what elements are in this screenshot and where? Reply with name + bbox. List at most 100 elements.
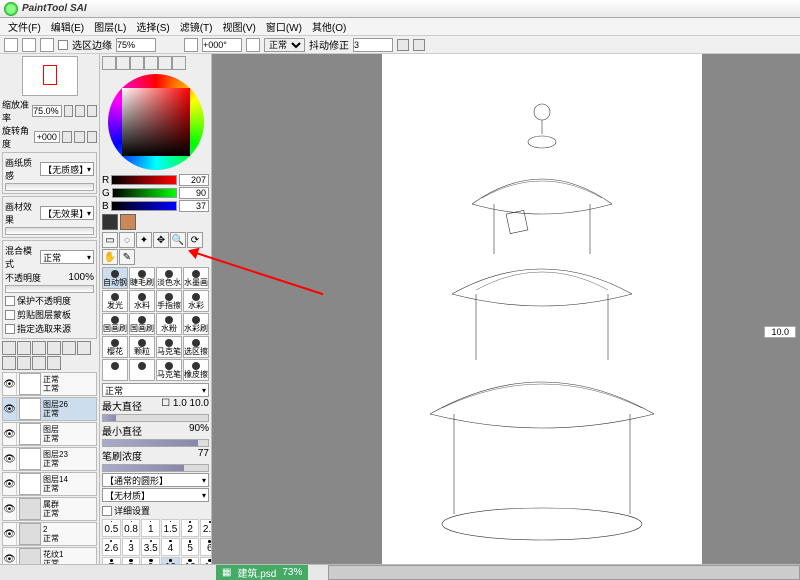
visibility-icon[interactable]: 👁 <box>3 473 17 495</box>
size-preset[interactable]: 0.5 <box>102 519 121 537</box>
move-up-icon[interactable] <box>32 356 46 370</box>
brush-preset[interactable]: 水料 <box>129 290 155 312</box>
rot-cw-icon[interactable] <box>74 131 84 143</box>
max-size-slider[interactable] <box>102 414 209 422</box>
b-value[interactable]: 37 <box>179 200 209 212</box>
new-linework-icon[interactable] <box>17 341 31 355</box>
opacity-slider[interactable] <box>5 285 94 293</box>
brush-preset[interactable]: 水粉 <box>156 313 182 335</box>
size-preset[interactable]: 10 <box>161 557 180 564</box>
paper-texture-slider[interactable] <box>5 183 94 191</box>
size-preset[interactable]: 8 <box>122 557 141 564</box>
fg-swatch[interactable] <box>102 214 118 230</box>
color-tab[interactable] <box>130 56 144 70</box>
density-slider[interactable] <box>102 464 209 472</box>
color-tab[interactable] <box>172 56 186 70</box>
zoom-out-icon[interactable] <box>75 105 85 117</box>
rot-ccw-icon[interactable] <box>62 131 72 143</box>
rotate-value[interactable]: +000 <box>34 131 60 143</box>
clear-layer-icon[interactable] <box>62 341 76 355</box>
paper-effect-slider[interactable] <box>5 227 94 235</box>
layer-item[interactable]: 👁2正常 <box>2 522 97 546</box>
size-preset[interactable]: 0.8 <box>122 519 141 537</box>
topopt-btn[interactable] <box>397 39 409 51</box>
topopt-icon[interactable] <box>4 38 18 52</box>
visibility-icon[interactable]: 👁 <box>3 373 17 395</box>
topopt-icon[interactable] <box>22 38 36 52</box>
new-layer-icon[interactable] <box>2 341 16 355</box>
layer-item[interactable]: 👁图层14正常 <box>2 472 97 496</box>
menu-filter[interactable]: 滤镜(T) <box>176 19 217 34</box>
brush-preset[interactable] <box>129 359 155 381</box>
blend-dropdown[interactable]: 正常 <box>40 250 94 264</box>
brush-preset[interactable]: 手指擦 <box>156 290 182 312</box>
color-tab[interactable] <box>116 56 130 70</box>
select-source-check[interactable] <box>5 324 15 334</box>
canvas[interactable] <box>382 54 702 574</box>
brush-preset[interactable]: 樱花 <box>102 336 128 358</box>
details-check[interactable] <box>102 506 112 516</box>
layer-item[interactable]: 👁图层正常 <box>2 422 97 446</box>
visibility-icon[interactable]: 👁 <box>3 398 17 420</box>
brush-preset[interactable]: 水彩刷 <box>183 313 209 335</box>
brush-preset[interactable]: 睫毛刷 <box>129 267 155 289</box>
size-preset[interactable]: 2 <box>181 519 200 537</box>
brush-blend-dropdown[interactable]: 正常 <box>102 383 209 397</box>
topopt-btn[interactable] <box>413 39 425 51</box>
visibility-icon[interactable]: 👁 <box>3 523 17 545</box>
layer-item[interactable]: 👁正常工常 <box>2 372 97 396</box>
move-down-icon[interactable] <box>47 356 61 370</box>
zoom-in-icon[interactable] <box>64 105 74 117</box>
brush-preset[interactable]: 选区擦 <box>183 336 209 358</box>
brush-preset[interactable] <box>102 359 128 381</box>
paper-texture-dropdown[interactable]: 【无质感】 <box>40 162 94 176</box>
size-preset[interactable]: 6 <box>200 538 212 556</box>
brush-preset[interactable]: 水彩 <box>183 290 209 312</box>
angle-value[interactable] <box>202 38 242 52</box>
lasso-icon[interactable]: ◌ <box>119 232 135 248</box>
selection-edge-check[interactable] <box>58 40 68 50</box>
menu-view[interactable]: 视图(V) <box>218 19 259 34</box>
size-preset[interactable]: 5 <box>181 538 200 556</box>
brush-preset[interactable]: 国画刷2 <box>129 313 155 335</box>
color-wheel[interactable] <box>108 74 204 170</box>
size-preset[interactable]: 1 <box>141 519 160 537</box>
layer-mask-icon[interactable] <box>47 341 61 355</box>
size-preset[interactable]: 7 <box>102 557 121 564</box>
r-slider[interactable] <box>111 175 177 185</box>
brush-texture-dropdown[interactable]: 【无材质】 <box>102 488 209 502</box>
size-preset[interactable]: 4 <box>161 538 180 556</box>
navigator-preview[interactable] <box>22 56 78 96</box>
brush-preset[interactable]: 橡皮擦 <box>183 359 209 381</box>
visibility-icon[interactable]: 👁 <box>3 548 17 564</box>
size-preset[interactable]: 9 <box>141 557 160 564</box>
document-tab[interactable]: ▦ 建筑.psd 73% <box>216 565 308 580</box>
r-value[interactable]: 207 <box>179 174 209 186</box>
menu-file[interactable]: 文件(F) <box>4 19 45 34</box>
color-tab[interactable] <box>102 56 116 70</box>
hand-icon[interactable]: ✋ <box>102 249 118 265</box>
h-scrollbar[interactable] <box>328 565 800 580</box>
new-folder-icon[interactable] <box>32 341 46 355</box>
brush-shape-dropdown[interactable]: 【通常的圆形】 <box>102 473 209 487</box>
size-preset[interactable]: 2.6 <box>102 538 121 556</box>
layer-item[interactable]: 👁属群正常 <box>2 497 97 521</box>
size-preset[interactable]: 1.5 <box>161 519 180 537</box>
rect-select-icon[interactable]: ▭ <box>102 232 118 248</box>
visibility-icon[interactable]: 👁 <box>3 423 17 445</box>
size-preset[interactable]: 12 <box>181 557 200 564</box>
layer-item[interactable]: 👁花纹1正常 <box>2 547 97 564</box>
color-tab[interactable] <box>158 56 172 70</box>
menu-select[interactable]: 选择(S) <box>132 19 173 34</box>
brush-preset[interactable]: 马克笔 <box>156 359 182 381</box>
g-value[interactable]: 90 <box>179 187 209 199</box>
b-slider[interactable] <box>111 201 177 211</box>
brush-preset[interactable]: 马克笔 <box>156 336 182 358</box>
bg-swatch[interactable] <box>120 214 136 230</box>
size-preset[interactable]: 2.3 <box>200 519 212 537</box>
menu-layer[interactable]: 图层(L) <box>90 19 130 34</box>
menu-other[interactable]: 其他(O) <box>308 19 350 34</box>
protect-alpha-check[interactable] <box>5 296 15 306</box>
clipping-check[interactable] <box>5 310 15 320</box>
visibility-icon[interactable]: 👁 <box>3 448 17 470</box>
